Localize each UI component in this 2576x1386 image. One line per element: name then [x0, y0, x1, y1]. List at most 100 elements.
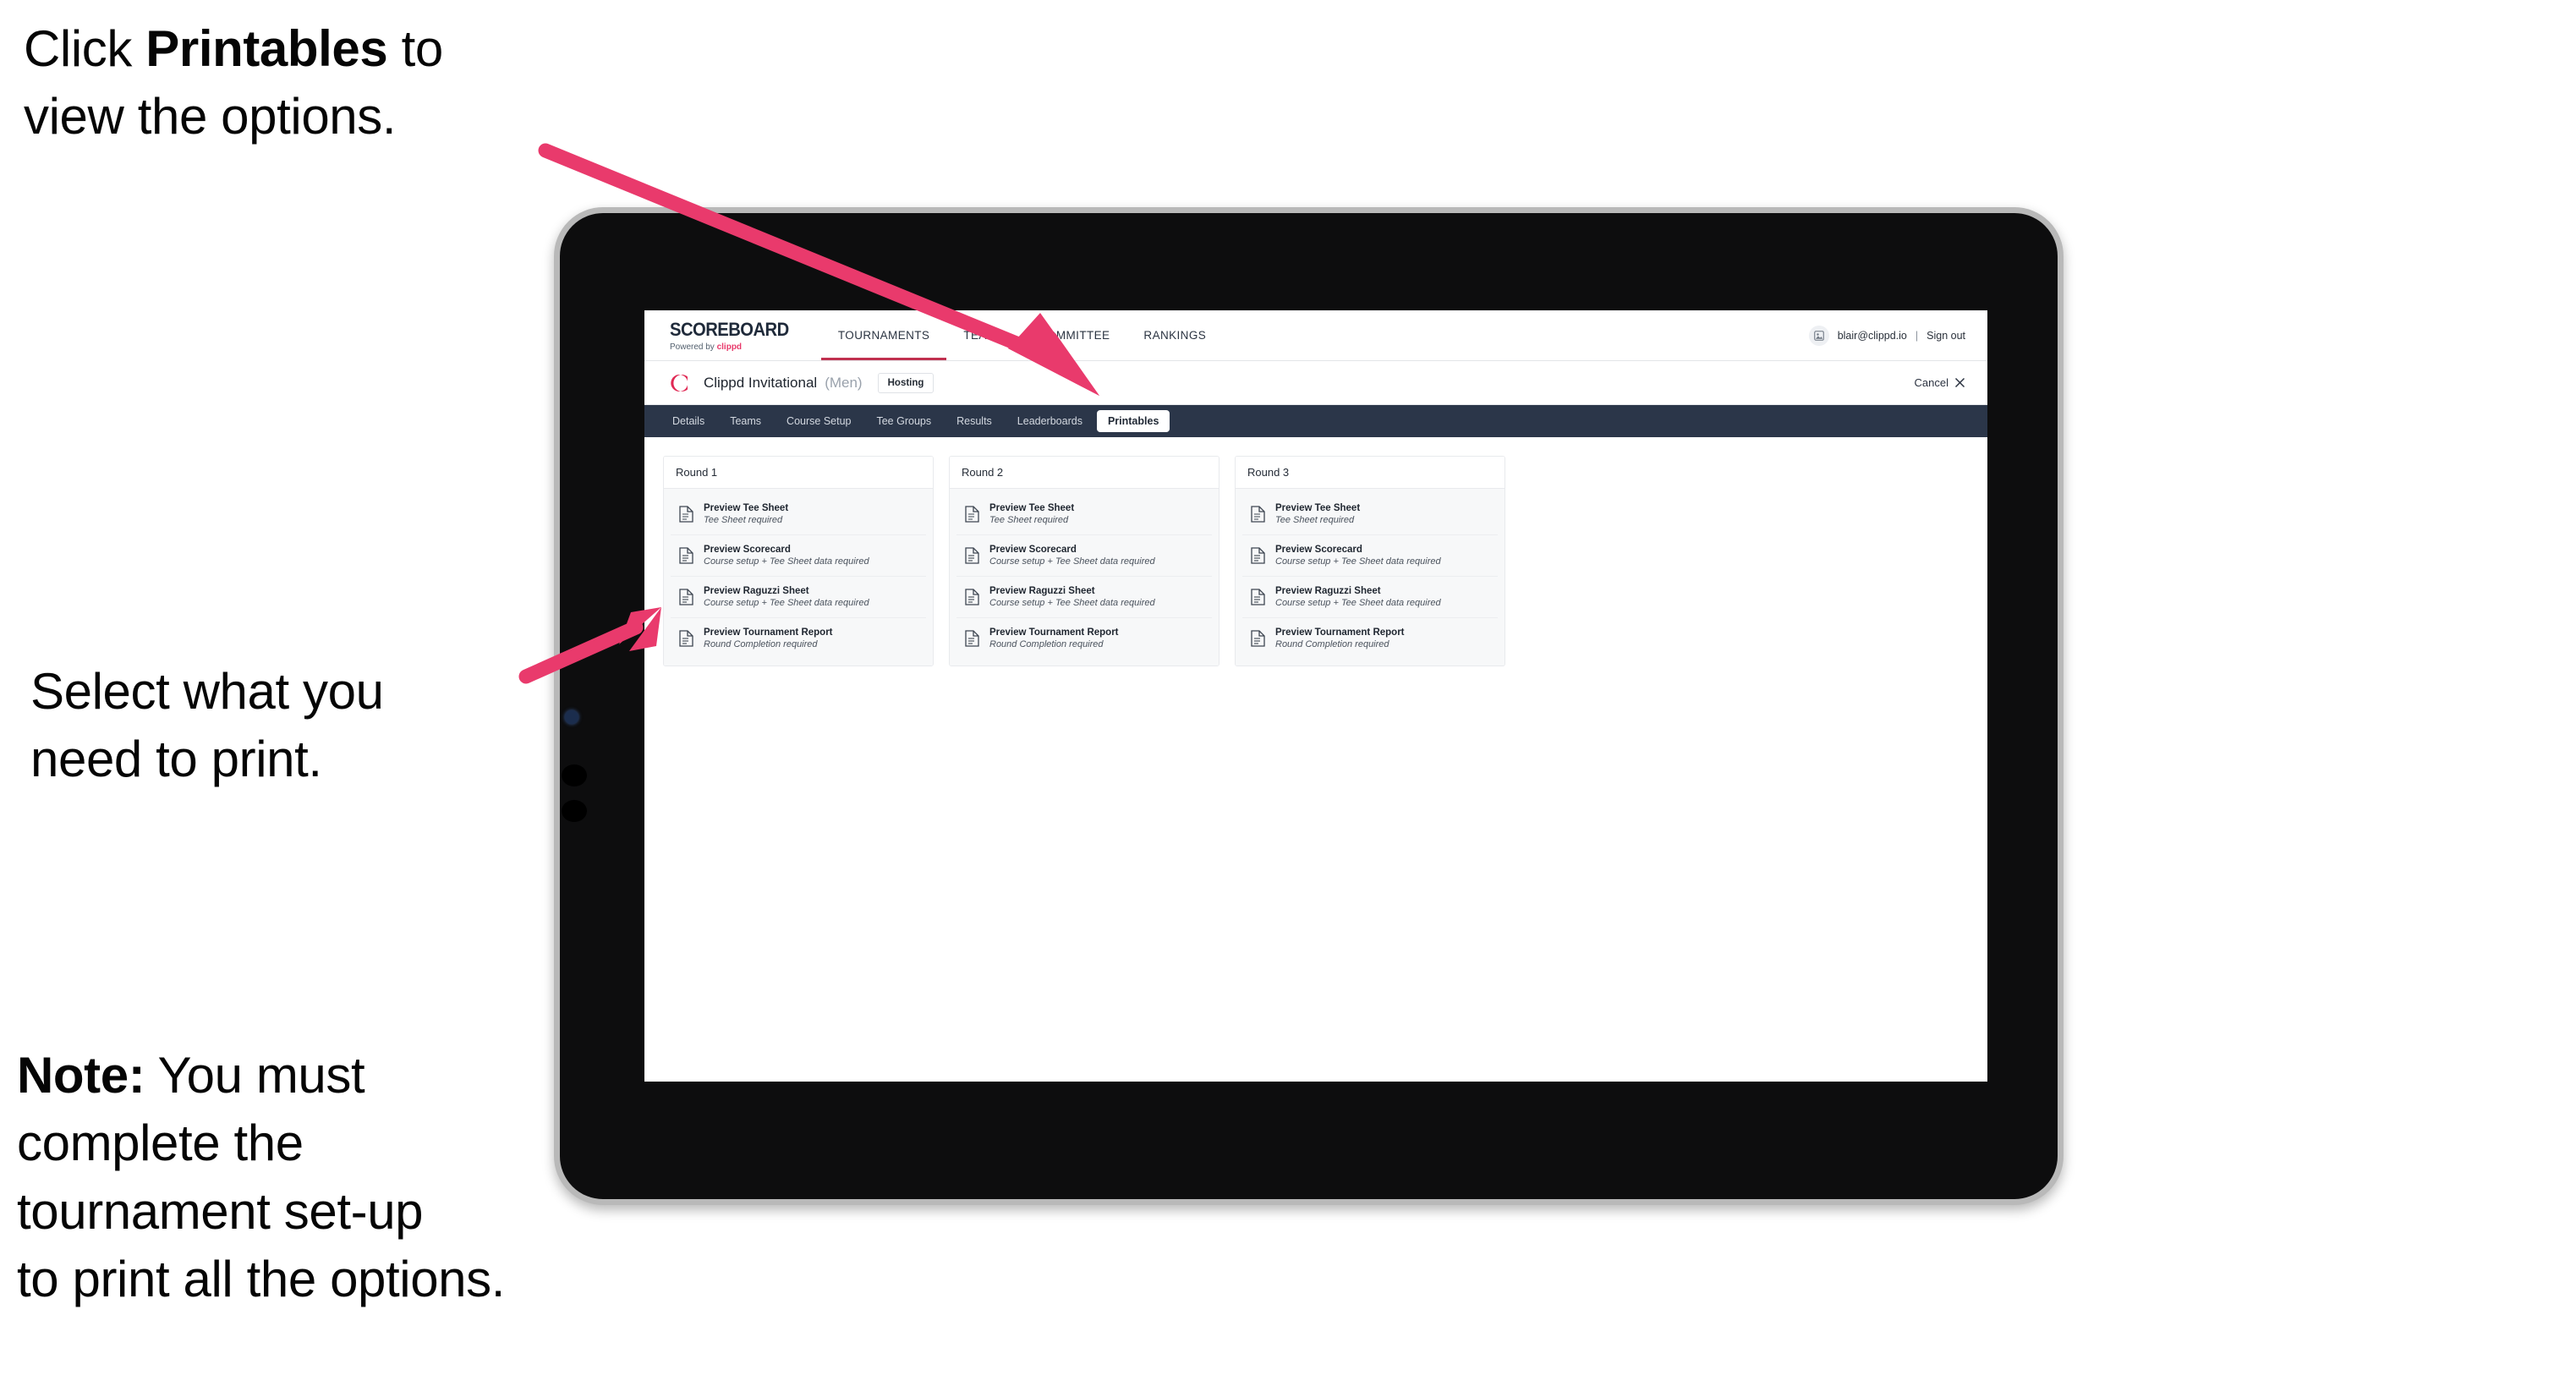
round-column-2: Round 2 Preview Tee Sheet Tee Sheet requ…: [949, 456, 1219, 666]
printable-requirement: Tee Sheet required: [704, 515, 783, 525]
printable-text: Preview Raguzzi Sheet Course setup + Tee…: [704, 586, 869, 608]
printable-row-tee-sheet[interactable]: Preview Tee Sheet Tee Sheet required: [671, 494, 926, 535]
round-title: Round 1: [664, 457, 933, 489]
document-icon: [965, 630, 979, 647]
printable-title: Preview Tournament Report: [989, 627, 1119, 638]
document-icon: [679, 506, 693, 523]
printable-row-scorecard[interactable]: Preview Scorecard Course setup + Tee She…: [671, 535, 926, 577]
document-icon: [679, 547, 693, 564]
rounds-container: Round 1 Preview Tee Sheet Tee Sheet requ…: [644, 437, 1987, 666]
annotation-text-pre: Click: [24, 20, 146, 77]
brand-subtitle: Powered by clippd: [670, 342, 799, 352]
printable-text: Preview Tournament Report Round Completi…: [989, 627, 1119, 649]
annotation-text-bold: Printables: [145, 20, 388, 77]
printable-requirement: Round Completion required: [1275, 639, 1389, 649]
document-icon: [1251, 547, 1265, 564]
camera-icon: [565, 710, 578, 724]
document-icon: [965, 589, 979, 605]
annotation-note-bold: Note:: [17, 1047, 145, 1104]
printable-row-tournament-report[interactable]: Preview Tournament Report Round Completi…: [956, 618, 1212, 659]
printable-title: Preview Tournament Report: [1275, 627, 1405, 638]
brand-powered-prefix: Powered by: [670, 342, 717, 352]
volume-down-button[interactable]: [562, 800, 587, 822]
main-nav-committee[interactable]: COMMITTEE: [1022, 310, 1127, 360]
printable-text: Preview Tee Sheet Tee Sheet required: [704, 503, 788, 525]
tablet-device: SCOREBOARD Powered by clippd TOURNAMENTS…: [554, 207, 2064, 1205]
user-area: blair@clippd.io | Sign out: [1808, 310, 1987, 360]
round-title: Round 3: [1236, 457, 1504, 489]
brand-title: SCOREBOARD: [670, 319, 789, 340]
printable-text: Preview Tournament Report Round Completi…: [704, 627, 833, 649]
printable-row-raguzzi-sheet[interactable]: Preview Raguzzi Sheet Course setup + Tee…: [1242, 577, 1498, 618]
document-icon: [1251, 506, 1265, 523]
screenshot-root: Click Printables to view the options. Se…: [0, 0, 2576, 1386]
close-icon: [1954, 377, 1965, 388]
printable-requirement: Course setup + Tee Sheet data required: [1275, 556, 1441, 567]
sign-out-link[interactable]: Sign out: [1927, 330, 1965, 342]
printable-title: Preview Raguzzi Sheet: [1275, 586, 1381, 596]
document-icon: [1251, 630, 1265, 647]
printable-row-tournament-report[interactable]: Preview Tournament Report Round Completi…: [1242, 618, 1498, 659]
printable-title: Preview Scorecard: [989, 545, 1077, 555]
tournament-name: Clippd Invitational: [704, 374, 818, 391]
printable-text: Preview Scorecard Course setup + Tee She…: [704, 545, 869, 567]
section-tabs: Details Teams Course Setup Tee Groups Re…: [644, 405, 1987, 437]
tab-teams[interactable]: Teams: [719, 410, 772, 432]
round-column-1: Round 1 Preview Tee Sheet Tee Sheet requ…: [663, 456, 934, 666]
user-avatar-icon[interactable]: [1808, 325, 1829, 346]
printable-row-scorecard[interactable]: Preview Scorecard Course setup + Tee She…: [956, 535, 1212, 577]
printable-row-tee-sheet[interactable]: Preview Tee Sheet Tee Sheet required: [1242, 494, 1498, 535]
tab-course-setup[interactable]: Course Setup: [776, 410, 862, 432]
round-title: Round 2: [950, 457, 1219, 489]
main-nav-tournaments[interactable]: TOURNAMENTS: [821, 310, 946, 360]
brand-powered-name: clippd: [716, 342, 743, 352]
annotation-select-print: Select what you need to print.: [30, 663, 384, 788]
printable-title: Preview Tee Sheet: [704, 503, 789, 513]
printable-requirement: Round Completion required: [989, 639, 1104, 649]
volume-up-button[interactable]: [562, 764, 587, 786]
printable-row-raguzzi-sheet[interactable]: Preview Raguzzi Sheet Course setup + Tee…: [671, 577, 926, 618]
printable-text: Preview Raguzzi Sheet Course setup + Tee…: [989, 586, 1155, 608]
printable-row-tournament-report[interactable]: Preview Tournament Report Round Completi…: [671, 618, 926, 659]
tab-results[interactable]: Results: [945, 410, 1003, 432]
printable-text: Preview Raguzzi Sheet Course setup + Tee…: [1275, 586, 1441, 608]
printable-requirement: Tee Sheet required: [989, 515, 1069, 525]
round-items: Preview Tee Sheet Tee Sheet required Pre…: [1236, 489, 1504, 666]
tournament-header: Clippd Invitational (Men) Hosting Cancel: [644, 361, 1987, 405]
round-items: Preview Tee Sheet Tee Sheet required Pre…: [664, 489, 933, 666]
user-separator: |: [1915, 329, 1919, 342]
tab-printables[interactable]: Printables: [1096, 410, 1170, 432]
printable-requirement: Course setup + Tee Sheet data required: [989, 556, 1155, 567]
printable-text: Preview Tee Sheet Tee Sheet required: [989, 503, 1074, 525]
printable-title: Preview Tee Sheet: [1275, 503, 1361, 513]
printable-row-scorecard[interactable]: Preview Scorecard Course setup + Tee She…: [1242, 535, 1498, 577]
printable-text: Preview Scorecard Course setup + Tee She…: [1275, 545, 1441, 567]
printable-requirement: Course setup + Tee Sheet data required: [989, 598, 1155, 608]
app-top-bar: SCOREBOARD Powered by clippd TOURNAMENTS…: [644, 310, 1987, 361]
printable-title: Preview Tournament Report: [704, 627, 833, 638]
printable-row-raguzzi-sheet[interactable]: Preview Raguzzi Sheet Course setup + Tee…: [956, 577, 1212, 618]
document-icon: [679, 630, 693, 647]
document-icon: [679, 589, 693, 605]
tab-details[interactable]: Details: [661, 410, 715, 432]
main-nav-rankings[interactable]: RANKINGS: [1126, 310, 1223, 360]
tablet-screen: SCOREBOARD Powered by clippd TOURNAMENTS…: [644, 310, 1987, 1082]
tab-tee-groups[interactable]: Tee Groups: [865, 410, 942, 432]
main-navigation: TOURNAMENTS TEAMS COMMITTEE RANKINGS: [821, 310, 1223, 360]
printable-requirement: Course setup + Tee Sheet data required: [704, 556, 869, 567]
brand-logo[interactable]: SCOREBOARD Powered by clippd: [644, 310, 821, 360]
round-column-3: Round 3 Preview Tee Sheet Tee Sheet requ…: [1235, 456, 1505, 666]
hosting-badge: Hosting: [877, 372, 934, 393]
round-items: Preview Tee Sheet Tee Sheet required Pre…: [950, 489, 1219, 666]
printable-title: Preview Raguzzi Sheet: [989, 586, 1095, 596]
printable-row-tee-sheet[interactable]: Preview Tee Sheet Tee Sheet required: [956, 494, 1212, 535]
printable-requirement: Tee Sheet required: [1275, 515, 1355, 525]
cancel-label: Cancel: [1914, 376, 1948, 389]
tab-leaderboards[interactable]: Leaderboards: [1006, 410, 1093, 432]
main-nav-teams[interactable]: TEAMS: [946, 310, 1022, 360]
printable-title: Preview Tee Sheet: [989, 503, 1075, 513]
avatar-glyph: [1813, 330, 1824, 341]
cancel-button[interactable]: Cancel: [1915, 376, 1965, 389]
clippd-c-glyph: [671, 374, 688, 392]
printable-requirement: Course setup + Tee Sheet data required: [1275, 598, 1441, 608]
